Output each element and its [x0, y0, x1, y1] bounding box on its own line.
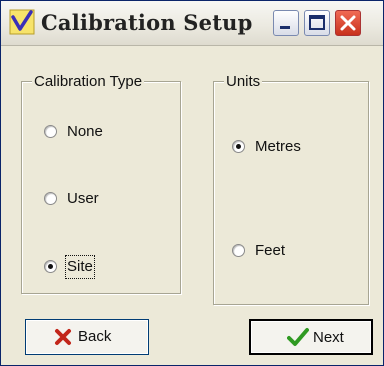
red-x-icon: [54, 328, 72, 350]
title-bar[interactable]: Calibration Setup: [1, 1, 383, 46]
radio-circle[interactable]: [44, 260, 57, 273]
units-legend: Units: [224, 73, 263, 91]
radio-selected-dot: [48, 264, 53, 269]
maximize-button[interactable]: [304, 10, 330, 36]
green-check-icon: [287, 327, 309, 351]
close-button[interactable]: [335, 10, 361, 36]
window-title: Calibration Setup: [41, 10, 253, 35]
radio-circle[interactable]: [232, 140, 245, 153]
maximize-icon: [309, 15, 325, 30]
radio-feet-label: Feet: [255, 242, 286, 259]
calibration-setup-window: Calibration Setup Calibration Type None: [0, 0, 384, 366]
radio-circle[interactable]: [44, 192, 57, 205]
minimize-icon: [280, 26, 290, 29]
radio-metres-label: Metres: [255, 138, 301, 155]
next-button[interactable]: Next: [249, 319, 373, 355]
calibration-type-legend: Calibration Type: [32, 73, 145, 91]
minimize-button[interactable]: [273, 10, 299, 36]
units-group: Units Metres Feet: [213, 73, 369, 305]
radio-circle[interactable]: [44, 125, 57, 138]
back-button[interactable]: Back: [25, 319, 149, 355]
radio-user-label: User: [67, 190, 99, 207]
radio-selected-dot: [236, 144, 241, 149]
next-button-label: Next: [313, 329, 344, 346]
check-mark-icon: [9, 9, 35, 35]
close-icon: [340, 15, 356, 31]
calibration-type-group: Calibration Type None User Site: [21, 73, 181, 294]
radio-none-label: None: [67, 123, 103, 140]
back-button-label: Back: [78, 328, 112, 345]
radio-circle[interactable]: [232, 244, 245, 257]
radio-site-label: Site: [65, 255, 95, 279]
